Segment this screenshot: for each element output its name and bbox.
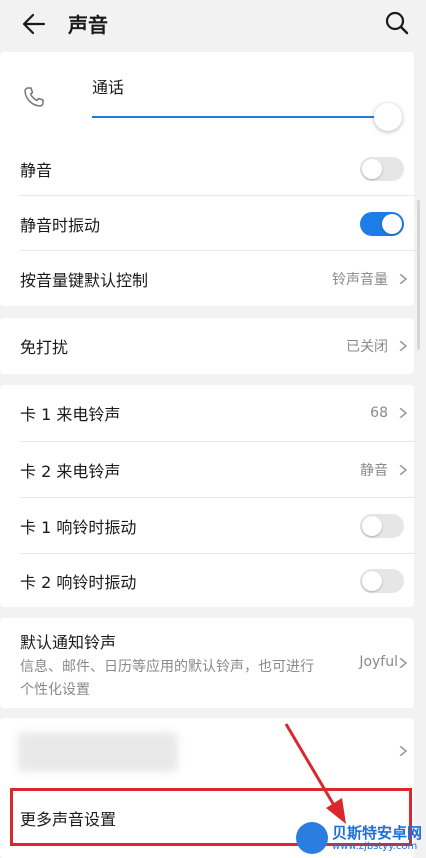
chevron-right-icon	[399, 407, 408, 418]
sim2-vibrate-row[interactable]: 卡 2 响铃时振动	[20, 553, 414, 608]
sim1-vibrate-label: 卡 1 响铃时振动	[20, 517, 137, 537]
app-bar: 声音	[0, 0, 426, 48]
call-volume-label: 通话	[92, 78, 125, 97]
chevron-right-icon	[399, 746, 408, 756]
sim2-ringtone-row[interactable]: 卡 2 来电铃声 静音	[20, 442, 414, 497]
vibrate-on-silent-toggle[interactable]	[360, 211, 404, 236]
watermark: 贝斯特安卓网 www.zjbstyy.com	[296, 820, 424, 856]
chevron-right-icon	[399, 340, 408, 351]
page-title: 声音	[68, 13, 108, 37]
watermark-name: 贝斯特安卓网	[332, 824, 423, 842]
dnd-row[interactable]: 免打扰 已关闭	[20, 318, 414, 373]
annotation-arrow	[284, 723, 346, 824]
back-arrow-icon[interactable]	[20, 10, 48, 38]
dnd-label: 免打扰	[20, 337, 69, 357]
volume-key-default-row[interactable]: 按音量键默认控制 铃声音量	[20, 251, 414, 306]
sim2-ringtone-value: 静音	[360, 462, 388, 479]
watermark-logo	[296, 822, 328, 854]
volume-key-default-value: 铃声音量	[332, 271, 388, 288]
phone-icon	[24, 87, 44, 107]
sim1-ringtone-label: 卡 1 来电铃声	[20, 404, 121, 424]
chevron-right-icon	[399, 273, 408, 284]
sim1-vibrate-row[interactable]: 卡 1 响铃时振动	[20, 498, 414, 553]
sim1-vibrate-toggle[interactable]	[360, 513, 404, 538]
mute-row[interactable]: 静音	[20, 141, 414, 196]
chevron-right-icon	[399, 464, 408, 475]
sim2-vibrate-label: 卡 2 响铃时振动	[20, 572, 137, 592]
search-icon[interactable]	[384, 10, 410, 36]
sim2-vibrate-toggle[interactable]	[360, 568, 404, 593]
call-volume-slider-handle[interactable]	[374, 103, 402, 131]
scrollbar[interactable]	[417, 200, 420, 350]
notification-ringtone-value: Joyful	[359, 654, 398, 670]
sim2-ringtone-label: 卡 2 来电铃声	[20, 461, 121, 481]
chevron-right-icon	[399, 658, 408, 668]
vibrate-on-silent-label: 静音时振动	[20, 215, 101, 235]
sim1-ringtone-row[interactable]: 卡 1 来电铃声 68	[20, 385, 414, 440]
vibrate-on-silent-row[interactable]: 静音时振动	[20, 196, 414, 251]
volume-key-default-label: 按音量键默认控制	[20, 270, 149, 290]
call-volume-slider[interactable]	[92, 116, 386, 118]
obscured-row-label	[18, 732, 178, 772]
dnd-value: 已关闭	[346, 338, 388, 355]
sim1-ringtone-value: 68	[370, 404, 388, 421]
mute-toggle[interactable]	[360, 156, 404, 181]
watermark-url: www.zjbstyy.com	[332, 841, 418, 852]
mute-label: 静音	[20, 160, 53, 180]
notification-ringtone-title: 默认通知铃声	[20, 633, 117, 652]
notification-ringtone-description: 信息、邮件、日历等应用的默认铃声，也可进行个性化设置	[20, 659, 314, 698]
